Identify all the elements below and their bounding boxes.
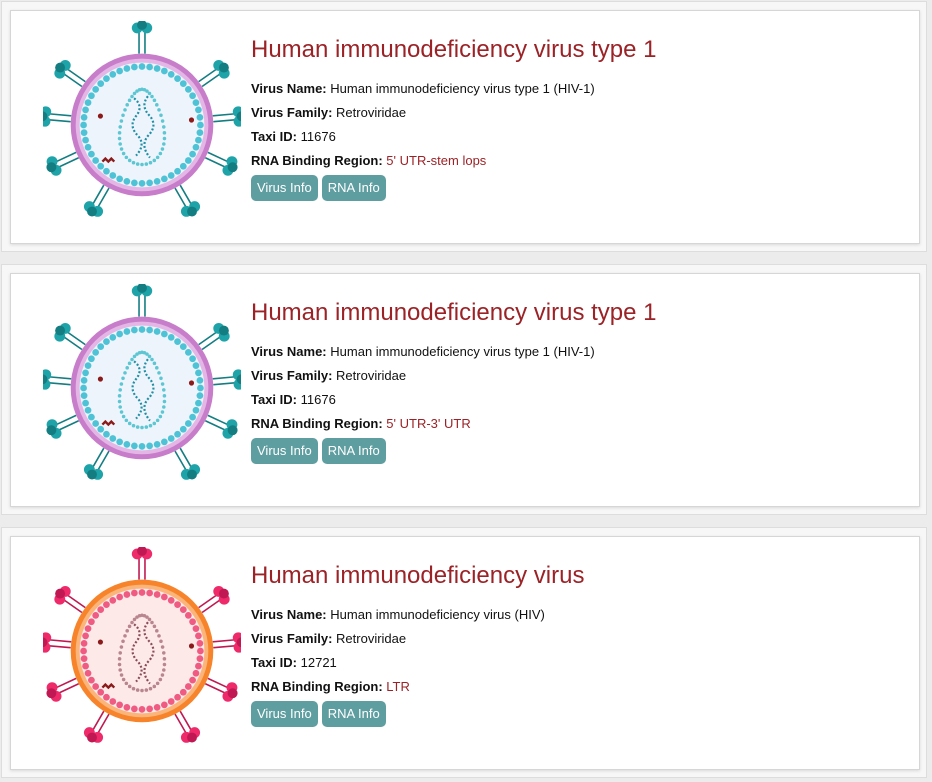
- taxi-id-row: Taxi ID: 12721: [251, 651, 901, 675]
- virus-teal-icon: [43, 284, 241, 480]
- spike-protein-icon: [43, 106, 72, 127]
- spike-protein-icon: [83, 184, 110, 217]
- spike-protein-icon: [212, 632, 241, 653]
- spike-protein-icon: [46, 414, 79, 439]
- spike-protein-icon: [131, 21, 153, 54]
- spike-protein-icon: [198, 59, 230, 88]
- virus-family-value: Retroviridae: [336, 105, 407, 120]
- taxi-id-value: 11676: [300, 129, 336, 144]
- rna-info-button[interactable]: RNA Info: [321, 175, 386, 201]
- rna-binding-region-row: RNA Binding Region: LTR: [251, 675, 901, 699]
- virus-name-label: Virus Name:: [251, 344, 327, 359]
- spike-protein-icon: [43, 632, 72, 653]
- virus-card: Human immunodeficiency virus type 1 Viru…: [1, 264, 927, 515]
- spike-protein-icon: [205, 151, 238, 176]
- enzyme-shape: [188, 643, 195, 649]
- rna-binding-region-label: RNA Binding Region:: [251, 679, 383, 694]
- spike-protein-icon: [83, 447, 110, 480]
- spike-protein-icon: [198, 585, 230, 614]
- virus-info-button[interactable]: Virus Info: [251, 701, 318, 727]
- rna-binding-region-value: LTR: [386, 679, 410, 694]
- virus-info-panel: Human immunodeficiency virus Virus Name:…: [251, 561, 901, 727]
- virus-pink-icon: [43, 547, 241, 743]
- spike-protein-icon: [54, 585, 86, 614]
- rna-binding-region-value: 5' UTR-3' UTR: [386, 416, 471, 431]
- rna-info-button[interactable]: RNA Info: [321, 701, 386, 727]
- virus-info-panel: Human immunodeficiency virus type 1 Viru…: [251, 298, 901, 464]
- taxi-id-label: Taxi ID:: [251, 655, 297, 670]
- spike-protein-icon: [205, 677, 238, 702]
- virus-family-row: Virus Family: Retroviridae: [251, 364, 901, 388]
- virus-title: Human immunodeficiency virus type 1: [251, 36, 657, 63]
- virus-info-panel: Human immunodeficiency virus type 1 Viru…: [251, 35, 901, 201]
- virus-name-value: Human immunodeficiency virus type 1 (HIV…: [330, 81, 595, 96]
- enzyme-shape: [97, 113, 103, 119]
- spike-protein-icon: [46, 151, 79, 176]
- virus-family-label: Virus Family:: [251, 105, 333, 120]
- spike-protein-icon: [46, 677, 79, 702]
- rna-binding-region-label: RNA Binding Region:: [251, 153, 383, 168]
- virus-card: Human immunodeficiency virus Virus Name:…: [1, 527, 927, 778]
- taxi-id-row: Taxi ID: 11676: [251, 388, 901, 412]
- spike-protein-icon: [205, 414, 238, 439]
- spike-protein-icon: [43, 369, 72, 390]
- taxi-id-value: 11676: [300, 392, 336, 407]
- spike-protein-icon: [174, 184, 201, 217]
- virus-name-value: Human immunodeficiency virus (HIV): [330, 607, 545, 622]
- spike-protein-icon: [54, 322, 86, 351]
- virus-teal-icon: [43, 21, 241, 217]
- card-actions: Virus Info RNA Info: [251, 438, 901, 464]
- spike-protein-icon: [174, 447, 201, 480]
- taxi-id-value: 12721: [300, 655, 337, 670]
- rna-info-button[interactable]: RNA Info: [321, 438, 386, 464]
- virus-family-label: Virus Family:: [251, 631, 333, 646]
- virus-name-row: Virus Name: Human immunodeficiency virus…: [251, 77, 901, 101]
- rna-binding-region-value: 5' UTR-stem lops: [386, 153, 487, 168]
- taxi-id-label: Taxi ID:: [251, 392, 297, 407]
- virus-info-button[interactable]: Virus Info: [251, 175, 318, 201]
- spike-protein-icon: [131, 547, 153, 580]
- virus-name-row: Virus Name: Human immunodeficiency virus…: [251, 340, 901, 364]
- virus-name-value: Human immunodeficiency virus type 1 (HIV…: [330, 344, 595, 359]
- card-actions: Virus Info RNA Info: [251, 175, 901, 201]
- enzyme-shape: [188, 380, 195, 386]
- virus-info-button[interactable]: Virus Info: [251, 438, 318, 464]
- spike-protein-icon: [83, 710, 110, 743]
- virus-family-value: Retroviridae: [336, 631, 407, 646]
- virus-name-row: Virus Name: Human immunodeficiency virus…: [251, 603, 901, 627]
- virus-family-row: Virus Family: Retroviridae: [251, 101, 901, 125]
- enzyme-shape: [97, 639, 103, 645]
- virus-family-value: Retroviridae: [336, 368, 407, 383]
- taxi-id-row: Taxi ID: 11676: [251, 125, 901, 149]
- spike-protein-icon: [212, 106, 241, 127]
- rna-binding-region-label: RNA Binding Region:: [251, 416, 383, 431]
- virus-card-body: Human immunodeficiency virus type 1 Viru…: [10, 273, 920, 507]
- virus-title: Human immunodeficiency virus: [251, 562, 585, 589]
- spike-protein-icon: [131, 284, 153, 317]
- spike-protein-icon: [198, 322, 230, 351]
- rna-binding-region-row: RNA Binding Region: 5' UTR-stem lops: [251, 149, 901, 173]
- enzyme-shape: [188, 117, 195, 123]
- spike-protein-icon: [212, 369, 241, 390]
- spike-protein-icon: [54, 59, 86, 88]
- taxi-id-label: Taxi ID:: [251, 129, 297, 144]
- virus-card-body: Human immunodeficiency virus type 1 Viru…: [10, 10, 920, 244]
- virus-name-label: Virus Name:: [251, 607, 327, 622]
- spike-protein-icon: [174, 710, 201, 743]
- virus-title: Human immunodeficiency virus type 1: [251, 299, 657, 326]
- card-actions: Virus Info RNA Info: [251, 701, 901, 727]
- virus-family-row: Virus Family: Retroviridae: [251, 627, 901, 651]
- virus-family-label: Virus Family:: [251, 368, 333, 383]
- rna-binding-region-row: RNA Binding Region: 5' UTR-3' UTR: [251, 412, 901, 436]
- enzyme-shape: [97, 376, 103, 382]
- virus-card-body: Human immunodeficiency virus Virus Name:…: [10, 536, 920, 770]
- virus-card: Human immunodeficiency virus type 1 Viru…: [1, 1, 927, 252]
- virus-name-label: Virus Name:: [251, 81, 327, 96]
